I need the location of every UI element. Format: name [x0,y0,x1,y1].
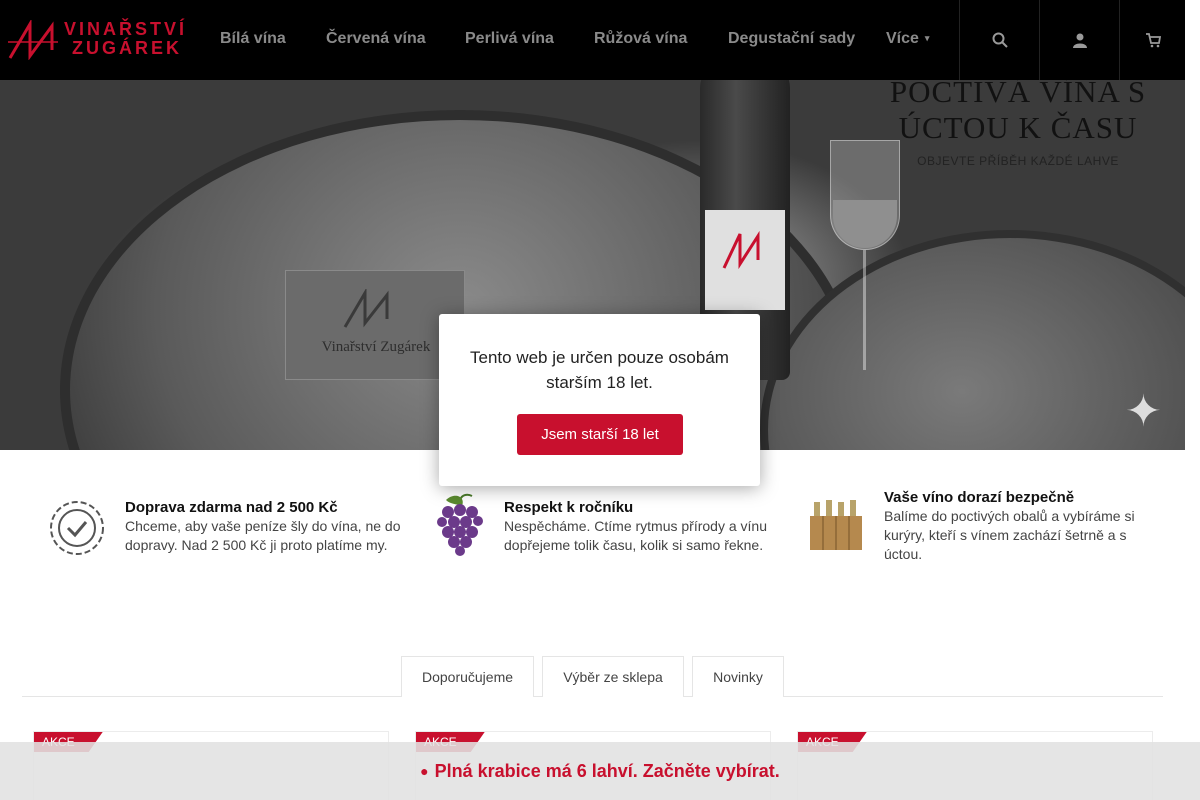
benefit-vintage-respect: Respekt k ročníku Nespěcháme. Ctíme rytm… [504,499,789,555]
plaque-logo-icon [343,289,389,328]
nav-degustacni-sady[interactable]: Degustační sady [728,30,855,48]
nav-ruzova-vina[interactable]: Růžová vína [594,30,687,48]
benefit-text: Nespěcháme. Ctíme rytmus přírody a vínu … [504,518,767,553]
bottle-label [705,210,785,310]
search-button[interactable] [959,0,1039,80]
benefit-free-shipping: Doprava zdarma nad 2 500 Kč Chceme, aby … [125,499,410,555]
logo-text: VINAŘSTVÍ ZUGÁREK [64,20,187,58]
logo[interactable]: VINAŘSTVÍ ZUGÁREK [8,18,184,62]
grapes-icon [432,492,488,556]
search-icon [992,32,1008,48]
benefit-title: Doprava zdarma nad 2 500 Kč [125,499,338,516]
tab-vyber-ze-sklepa[interactable]: Výběr ze sklepa [542,656,684,697]
bottle-logo-icon [722,230,760,270]
benefit-title: Respekt k ročníku [504,499,634,516]
logo-mark-icon [8,20,58,60]
age-confirm-button[interactable]: Jsem starší 18 let [517,414,683,455]
logo-text-line1: VINAŘSTVÍ [64,19,188,39]
benefit-text: Balíme do poctivých obalů a vybíráme si … [884,508,1135,562]
info-icon: ● [420,763,429,779]
nav-vice[interactable]: Více ▾ [886,30,929,48]
barrel-image-secondary [760,230,1185,450]
wine-box-icon [808,498,864,554]
age-verification-modal: Tento web je určen pouze osobám starším … [439,314,760,486]
age-verification-text: Tento web je určen pouze osobám starším … [470,348,729,392]
wine-glass-stem [863,250,866,370]
user-icon [1072,33,1087,48]
nav-perliva-vina[interactable]: Perlivá vína [465,30,554,48]
nav-vice-label: Více [886,30,919,47]
tab-doporucujeme[interactable]: Doporučujeme [401,656,534,697]
chevron-down-icon: ▾ [924,33,930,44]
sparkle-icon: ✦ [1125,387,1162,436]
benefit-safe-delivery: Vaše víno dorazí bezpečně Balíme do poct… [884,489,1154,564]
cart-icon [1145,33,1161,48]
cart-button[interactable] [1119,0,1185,80]
hero-subtitle: OBJEVTE PŘÍBĚH KAŽDÉ LAHVE [917,154,1119,168]
benefit-text: Chceme, aby vaše peníze šly do vína, ne … [125,518,401,553]
hero-title: POCTIVÁ VÍNA S ÚCTOU K ČASU [889,80,1147,145]
nav-cervena-vina[interactable]: Červená vína [326,30,426,48]
logo-text-line2: ZUGÁREK [72,38,182,58]
winery-plaque: Vinařství Zugárek [285,270,465,380]
nav-bila-vina[interactable]: Bílá vína [220,30,286,48]
bottom-info-text: Plná krabice má 6 lahví. Začněte vybírat… [434,760,780,781]
benefit-title: Vaše víno dorazí bezpečně [884,489,1075,506]
check-badge-icon [48,499,108,559]
bottom-info-bar: ● Plná krabice má 6 lahví. Začněte vybír… [0,742,1200,800]
site-header: VINAŘSTVÍ ZUGÁREK Bílá vína Červená vína… [0,0,1185,80]
tab-novinky[interactable]: Novinky [692,656,784,697]
account-button[interactable] [1039,0,1119,80]
